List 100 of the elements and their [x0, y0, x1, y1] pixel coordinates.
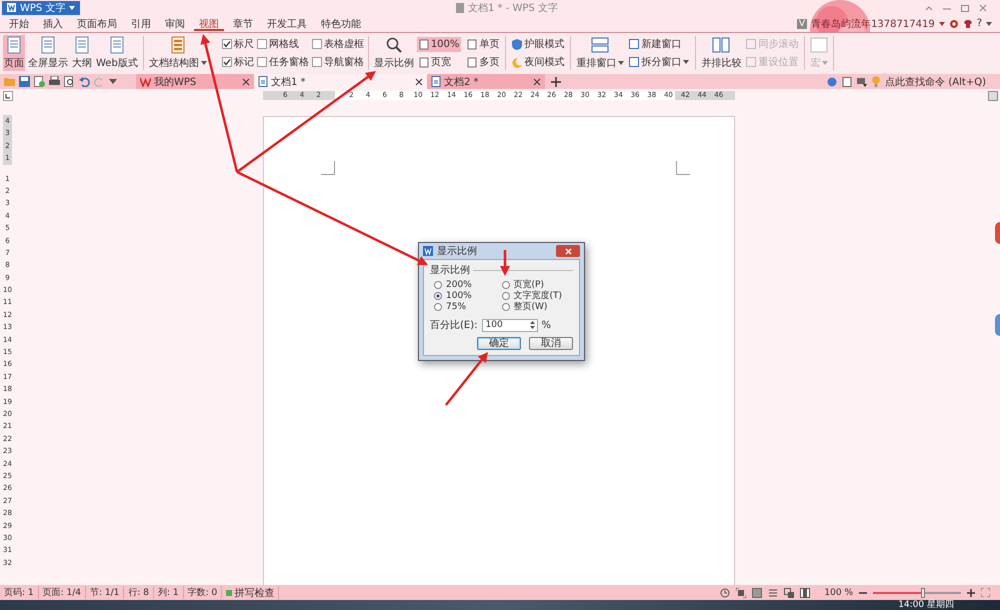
page-view-icon[interactable]: [752, 588, 762, 598]
view-mode-button[interactable]: 大纲: [71, 35, 93, 71]
zoom-button[interactable]: 显示比例: [372, 35, 415, 71]
menu-tab[interactable]: 特色功能: [316, 16, 366, 31]
radio-button[interactable]: [434, 292, 442, 300]
radio-button[interactable]: [502, 302, 510, 310]
export-icon[interactable]: [34, 76, 45, 87]
radio-option[interactable]: 75%: [434, 301, 502, 312]
zoom-in-icon[interactable]: [967, 588, 975, 596]
window-button[interactable]: 拆分窗口: [627, 54, 692, 70]
maximize-icon[interactable]: [960, 2, 970, 12]
zoom-level-label[interactable]: 100 %: [824, 588, 853, 598]
menu-tab[interactable]: 引用: [126, 16, 156, 31]
menu-tab[interactable]: 开发工具: [262, 16, 312, 31]
fit-icon[interactable]: [736, 588, 746, 598]
checkbox[interactable]: [312, 39, 322, 49]
status-item: 列: 1: [154, 586, 184, 599]
display-mode-button[interactable]: 夜间模式: [510, 54, 566, 70]
checkbox[interactable]: [256, 39, 267, 49]
document-tab[interactable]: 我的WPS: [136, 74, 254, 89]
caret-icon[interactable]: [109, 79, 117, 84]
document-tab[interactable]: 文档1 *: [254, 74, 427, 89]
menu-tab[interactable]: 视图: [194, 16, 224, 31]
radio-option[interactable]: 200%: [434, 279, 502, 290]
checkbox-option[interactable]: 任务窗格: [256, 55, 309, 69]
view-mode-button[interactable]: 页面: [3, 35, 25, 71]
checkbox[interactable]: [256, 57, 267, 67]
command-search-field[interactable]: 点此查找命令 (Alt+Q): [885, 74, 986, 88]
close-icon[interactable]: [533, 78, 541, 86]
side-panel-tab[interactable]: [995, 222, 1000, 244]
side-by-side-button[interactable]: 并排比较: [700, 35, 742, 71]
zoom-option-button[interactable]: 页宽: [416, 54, 462, 70]
page-icon[interactable]: [842, 76, 852, 86]
history-icon[interactable]: [720, 588, 730, 598]
checkbox[interactable]: [222, 39, 232, 49]
checkbox-option[interactable]: 网格线: [256, 37, 309, 51]
zoom-option-button[interactable]: 多页: [465, 54, 502, 70]
close-button[interactable]: [556, 245, 580, 257]
close-icon[interactable]: [242, 78, 250, 86]
spinner-icon[interactable]: [528, 320, 536, 330]
radio-option[interactable]: 100%: [434, 290, 502, 301]
unit-label: %: [542, 320, 552, 330]
app-menu-button[interactable]: WPS 文字: [2, 0, 80, 14]
view-mode-button[interactable]: Web版式: [95, 35, 139, 71]
shirt-icon[interactable]: [962, 18, 973, 28]
tab-stop-icon[interactable]: [3, 91, 13, 101]
printer-icon[interactable]: [49, 76, 60, 87]
page-icon: [73, 36, 91, 54]
checkbox-option[interactable]: 标尺: [222, 37, 254, 51]
undo-icon[interactable]: [79, 76, 90, 87]
status-item: 页码: 1: [0, 586, 39, 599]
close-icon[interactable]: [415, 78, 423, 86]
zoom-option-button[interactable]: 单页: [465, 36, 502, 52]
ruler-toggle-icon[interactable]: [988, 91, 998, 101]
outline-view-icon[interactable]: [768, 588, 778, 598]
checkbox[interactable]: [222, 57, 232, 67]
menu-tab[interactable]: 页面布局: [72, 16, 122, 31]
radio-button[interactable]: [434, 302, 442, 310]
window-icon: [629, 39, 640, 49]
reading-view-icon[interactable]: [800, 588, 810, 598]
preview-icon[interactable]: [64, 76, 75, 87]
side-panel-tab[interactable]: [995, 314, 1000, 336]
menu-tab[interactable]: 审阅: [160, 16, 190, 31]
percent-input-field[interactable]: 100: [482, 318, 538, 332]
ok-button[interactable]: 确定: [477, 337, 521, 350]
zoom-slider-thumb[interactable]: [921, 588, 926, 598]
checkbox-option[interactable]: 标记: [222, 55, 254, 69]
arrange-windows-button[interactable]: 重排窗口: [575, 35, 626, 71]
web-view-icon[interactable]: [784, 588, 794, 598]
document-icon: [431, 76, 441, 87]
help-button[interactable]: ?: [976, 18, 982, 29]
filter-icon[interactable]: [857, 76, 868, 86]
caret-icon: [200, 61, 207, 65]
radio-option[interactable]: 整页(W): [502, 301, 569, 312]
save-icon[interactable]: [19, 76, 30, 87]
menu-tab[interactable]: 开始: [4, 16, 34, 31]
menu-tab[interactable]: 插入: [38, 16, 68, 31]
menu-tab[interactable]: 章节: [228, 16, 258, 31]
page-icon: [418, 38, 429, 50]
radio-button[interactable]: [434, 280, 442, 288]
radio-button[interactable]: [502, 292, 510, 300]
caret-icon: [938, 22, 945, 26]
checkbox-option[interactable]: 导航窗格: [312, 55, 364, 69]
cancel-button[interactable]: 取消: [529, 337, 573, 350]
display-mode-button[interactable]: 护眼模式: [510, 36, 566, 52]
circle-icon[interactable]: [948, 18, 959, 28]
status-item: 页面: 1/4: [38, 586, 86, 599]
checkbox-option[interactable]: 表格虚框: [312, 37, 364, 51]
window-button[interactable]: 新建窗口: [627, 36, 692, 52]
document-tab[interactable]: 文档2 *: [427, 74, 545, 89]
zoom-option-button[interactable]: 100%: [416, 36, 462, 52]
window-title: 文档1 * - WPS 文字: [468, 2, 558, 14]
radio-option[interactable]: 页宽(P): [502, 279, 569, 290]
radio-option[interactable]: 文字宽度(T): [502, 290, 569, 301]
checkbox[interactable]: [312, 57, 322, 67]
new-tab-icon[interactable]: [551, 76, 561, 86]
radio-button[interactable]: [502, 280, 510, 288]
fullscreen-icon[interactable]: [981, 588, 990, 597]
view-mode-button[interactable]: 全屏显示: [27, 35, 69, 71]
cloud-icon[interactable]: [827, 76, 838, 86]
